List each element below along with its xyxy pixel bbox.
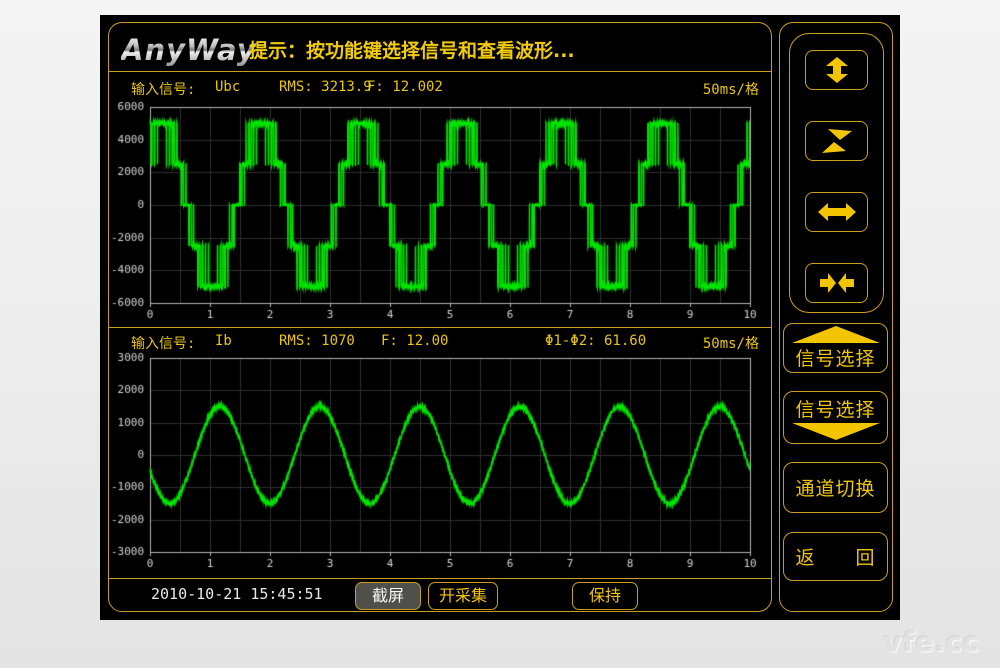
signal-select-down-button[interactable]: 信号选择 [783,391,888,444]
vertical-expand-button[interactable] [805,50,868,90]
vertical-compress-button[interactable] [805,121,868,161]
timestamp: 2010-10-21 15:45:51 [151,585,323,603]
channel-switch-label: 通道切换 [795,474,875,501]
compress-vertical-icon [817,127,857,155]
waveform-chart-ubc [110,101,770,326]
triangle-up-icon [792,326,880,343]
signal-name: Ubc [215,79,240,95]
rms-value: RMS: 3213.9 [279,79,372,95]
statusbar-divider [109,578,771,579]
zoom-buttons-panel [789,33,884,313]
return-button[interactable]: 返 回 [783,532,888,581]
anyway-logo: AnyWay [121,33,257,67]
horizontal-compress-button[interactable] [805,263,868,303]
signal-info-row-ubc: 输入信号: Ubc RMS: 3213.9 F: 12.002 50ms/格 [109,79,771,101]
expand-vertical-icon [817,56,857,84]
phase-diff-value: Φ1-Φ2: 61.60 [545,333,646,349]
header-divider [109,71,771,72]
horizontal-expand-button[interactable] [805,192,868,232]
chart-divider [109,327,771,328]
compress-horizontal-icon [817,269,857,297]
signal-name: Ib [215,333,232,349]
main-panel: AnyWay 提示：按功能键选择信号和查看波形... 输入信号: Ubc RMS… [108,22,772,612]
start-acquisition-button[interactable]: 开采集 [428,582,498,610]
hold-button[interactable]: 保持 [572,582,638,610]
signal-select-down-label: 信号选择 [795,395,875,422]
rms-value: RMS: 1070 [279,333,355,349]
signal-label: 输入信号: [131,333,195,353]
return-label: 返 回 [795,543,875,570]
hint-text: 提示：按功能键选择信号和查看波形... [249,36,575,63]
analyzer-screen: AnyWay 提示：按功能键选择信号和查看波形... 输入信号: Ubc RMS… [100,15,900,620]
channel-switch-button[interactable]: 通道切换 [783,462,888,513]
timebase-value: 50ms/格 [703,79,759,99]
freq-value: F: 12.00 [381,333,448,349]
signal-label: 输入信号: [131,79,195,99]
page: AnyWay 提示：按功能键选择信号和查看波形... 输入信号: Ubc RMS… [0,0,1000,668]
signal-select-up-label: 信号选择 [795,344,875,371]
signal-select-up-button[interactable]: 信号选择 [783,323,888,373]
timebase-value: 50ms/格 [703,333,759,353]
triangle-down-icon [792,423,880,440]
waveform-chart-ib [110,351,770,576]
watermark: vfe.cc [884,627,980,658]
freq-value: F: 12.002 [367,79,443,95]
sidebar-panel: 信号选择 信号选择 通道切换 返 回 [779,22,893,612]
screenshot-button[interactable]: 截屏 [355,582,421,610]
expand-horizontal-icon [817,198,857,226]
